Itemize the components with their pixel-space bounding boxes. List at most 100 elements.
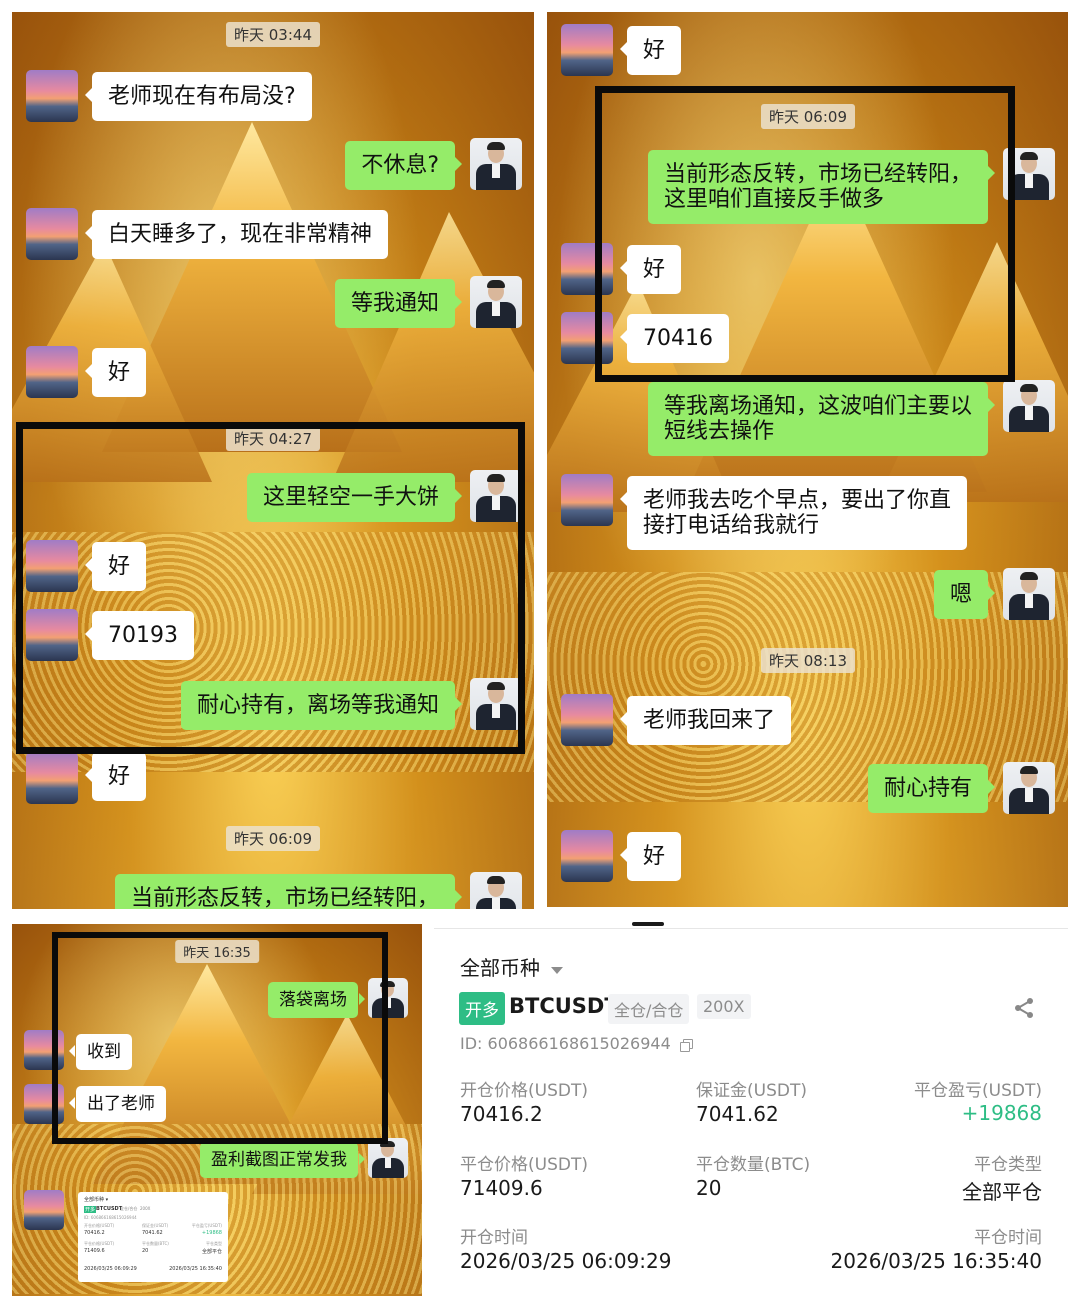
message-bubble: 收到 [69,1034,132,1070]
contact-avatar[interactable] [26,346,78,398]
teacher-avatar[interactable] [470,678,522,730]
message-bubble: 好 [84,348,147,397]
teacher-avatar[interactable] [1003,568,1055,620]
message-bubble: 70193 [85,611,194,660]
teacher-avatar[interactable] [1003,762,1055,814]
pnl-value: +19868 [961,1101,1042,1125]
close-qty-label: 平仓数量(BTC) [696,1155,811,1175]
divider [434,928,1068,929]
message-bubble: 老师我去吃个早点，要出了你直 接打电话给我就行 [619,476,968,550]
open-time-value: 2026/03/25 06:09:29 [460,1249,672,1273]
mini-label: 平仓类型 [206,1241,222,1246]
mini-label: 保证金(USDT) [142,1223,169,1228]
teacher-avatar[interactable] [470,276,522,328]
timestamp: 昨天 08:13 [761,648,855,673]
teacher-avatar[interactable] [1003,148,1055,200]
margin-value: 7041.62 [696,1102,779,1126]
message-bubble: 好 [619,26,682,75]
message-bubble: 老师现在有布局没? [85,72,312,121]
message-bubble: 这里轻空一手大饼 [246,473,463,522]
mini-label: 平仓盈亏(USDT) [191,1223,222,1228]
message-bubble: 嗯 [933,570,996,619]
profit-screenshot-thumbnail[interactable]: 全部币种 ▾ 开多 BTCUSDT 全仓/合仓 200X ID: 6068661… [78,1192,228,1282]
open-price-label: 开仓价格(USDT) [460,1081,588,1101]
open-time-label: 开仓时间 [460,1228,528,1248]
open-price-value: 70416.2 [460,1102,543,1126]
message-bubble: 盈利截图正常发我 [200,1142,365,1178]
message-bubble: 好 [619,245,682,294]
teacher-avatar[interactable] [1003,380,1055,432]
contact-avatar[interactable] [26,70,78,122]
contact-avatar[interactable] [26,540,78,592]
margin-label: 保证金(USDT) [696,1081,807,1101]
symbol: BTCUSDT [509,994,619,1018]
chat-panel-2: 好 昨天 06:09 当前形态反转，市场已经转阳， 这里咱们直接反手做多 好 7… [547,12,1068,907]
contact-avatar[interactable] [26,609,78,661]
contact-avatar[interactable] [24,1084,64,1124]
mini-pnl: +19868 [201,1230,222,1236]
mini-value: 2026/03/25 06:09:29 [84,1266,137,1272]
close-time-label: 平仓时间 [974,1228,1042,1248]
mini-margin-mode: 全仓/合仓 [120,1206,138,1211]
mini-order-id: ID: 606866168615026944 [84,1215,137,1220]
leverage-chip: 200X [697,994,751,1019]
message-bubble: 落袋离场 [268,982,365,1018]
message-bubble: 好 [84,542,147,591]
close-qty-value: 20 [696,1176,722,1200]
mini-filter: 全部币种 ▾ [84,1197,109,1203]
close-type-label: 平仓类型 [974,1155,1042,1175]
message-bubble: 好 [619,832,682,881]
contact-avatar[interactable] [26,208,78,260]
chat-panel-1: 昨天 03:44 老师现在有布局没? 不休息? 白天睡多了，现在非常精神 等我通… [12,12,534,909]
message-bubble: 白天睡多了，现在非常精神 [84,210,389,259]
side-badge: 开多 [459,992,505,1025]
teacher-avatar[interactable] [470,470,522,522]
copy-icon[interactable] [679,1038,693,1052]
teacher-avatar[interactable] [470,872,522,909]
contact-avatar[interactable] [561,474,613,526]
message-bubble: 不休息? [345,141,462,190]
message-bubble: 70416 [620,314,729,363]
teacher-avatar[interactable] [368,978,408,1018]
timestamp: 昨天 06:09 [761,104,855,129]
contact-avatar[interactable] [561,243,613,295]
mini-value: 2026/03/25 16:35:40 [169,1266,222,1272]
message-bubble: 出了老师 [69,1086,166,1122]
mini-symbol: BTCUSDT [96,1206,123,1212]
close-price-label: 平仓价格(USDT) [460,1155,588,1175]
contact-avatar[interactable] [26,752,78,804]
message-bubble: 好 [84,752,147,801]
message-bubble: 等我离场通知，这波咱们主要以 短线去操作 [647,382,996,456]
mini-side-badge: 开多 [84,1206,97,1213]
message-bubble: 老师我回来了 [619,696,792,745]
teacher-avatar[interactable] [470,138,522,190]
contact-avatar[interactable] [24,1030,64,1070]
close-time-value: 2026/03/25 16:35:40 [830,1249,1042,1273]
drag-handle[interactable] [632,922,664,926]
contact-avatar[interactable] [561,830,613,882]
message-bubble: 当前形态反转，市场已经转阳， [114,874,463,909]
contact-avatar[interactable] [561,24,613,76]
contact-avatar[interactable] [561,694,613,746]
message-bubble: 等我通知 [334,279,463,328]
message-bubble: 耐心持有 [867,764,996,813]
close-type-value: 全部平仓 [962,1180,1042,1204]
timestamp: 昨天 16:35 [175,940,259,963]
mini-value: 70416.2 [84,1230,105,1236]
mini-value: 20 [142,1248,149,1254]
trade-detail-card: 全部币种 开多 BTCUSDT 全仓/合仓 200X ID: 606866168… [434,912,1068,1302]
teacher-avatar[interactable] [368,1138,408,1178]
chat-panel-3: 昨天 16:35 落袋离场 收到 出了老师 盈利截图正常发我 全部币种 ▾ 开多… [12,924,422,1296]
close-price-value: 71409.6 [460,1176,543,1200]
margin-mode-chip: 全仓/合仓 [608,994,690,1024]
mini-value: 7041.62 [142,1230,163,1236]
contact-avatar[interactable] [561,312,613,364]
mini-label: 平仓数量(BTC) [142,1241,169,1246]
chevron-down-icon [551,967,564,974]
pnl-label: 平仓盈亏(USDT) [914,1081,1042,1101]
share-icon[interactable] [1012,996,1036,1020]
coin-filter-dropdown[interactable]: 全部币种 [460,952,564,981]
coin-filter-label: 全部币种 [460,956,540,980]
contact-avatar[interactable] [24,1190,64,1230]
order-id: ID: 606866168615026944 [460,1034,671,1053]
